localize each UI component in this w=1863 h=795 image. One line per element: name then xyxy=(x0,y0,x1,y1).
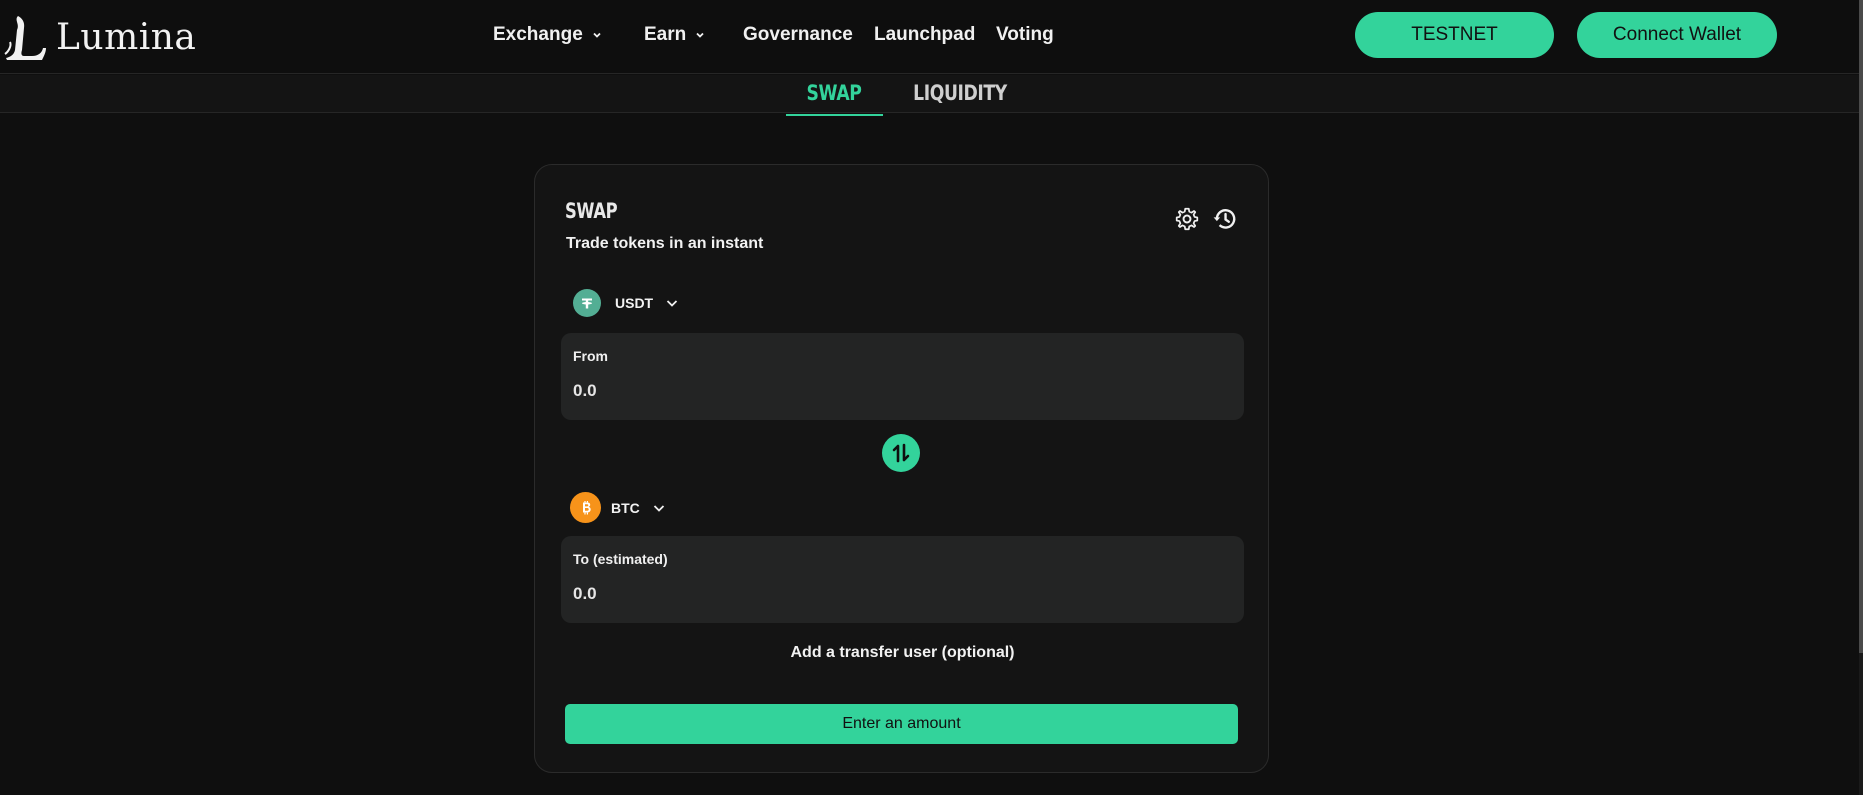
top-navbar: Lumina Exchange Earn Governance Launchpa… xyxy=(0,0,1863,74)
lumina-logo-icon xyxy=(4,16,46,60)
swap-arrows-icon xyxy=(892,443,910,463)
chevron-down-icon xyxy=(593,32,601,38)
from-field-label: From xyxy=(573,348,608,364)
from-amount-input[interactable] xyxy=(573,379,1223,403)
swap-subtitle: Trade tokens in an instant xyxy=(566,235,764,252)
nav-earn[interactable]: Earn xyxy=(644,24,706,46)
brand-logo[interactable]: Lumina xyxy=(4,12,196,62)
active-tab-indicator xyxy=(786,114,883,116)
section-tabs: SWAP LIQUIDITY xyxy=(0,75,1863,113)
to-amount-input[interactable] xyxy=(573,582,1223,606)
enter-amount-button[interactable]: Enter an amount xyxy=(565,704,1238,744)
add-transfer-user-link[interactable]: Add a transfer user (optional) xyxy=(535,644,1270,662)
switch-direction-button[interactable] xyxy=(882,434,920,472)
nav-exchange[interactable]: Exchange xyxy=(493,24,603,46)
from-amount-field: From xyxy=(561,333,1244,420)
to-field-label: To (estimated) xyxy=(573,551,668,567)
to-token-select[interactable]: BTC xyxy=(570,492,666,523)
nav-launchpad-label: Launchpad xyxy=(874,24,976,45)
tether-icon xyxy=(573,289,601,317)
swap-title: SWAP xyxy=(565,199,618,223)
to-amount-field: To (estimated) xyxy=(561,536,1244,623)
tab-liquidity[interactable]: LIQUIDITY xyxy=(913,81,1007,113)
brand-name: Lumina xyxy=(56,16,197,58)
swap-card: SWAP Trade tokens in an instant USDT Fro… xyxy=(534,164,1269,773)
chevron-down-icon xyxy=(653,504,664,512)
chevron-down-icon xyxy=(696,32,704,38)
nav-voting[interactable]: Voting xyxy=(996,24,1054,46)
from-token-name: USDT xyxy=(615,295,654,311)
network-button[interactable]: TESTNET xyxy=(1355,12,1554,58)
from-token-select[interactable]: USDT xyxy=(573,289,679,317)
to-token-name: BTC xyxy=(611,499,640,516)
nav-governance-label: Governance xyxy=(743,24,853,45)
chevron-down-icon xyxy=(666,300,678,307)
scrollbar-thumb[interactable] xyxy=(1859,0,1863,653)
nav-governance[interactable]: Governance xyxy=(743,24,853,46)
nav-earn-label: Earn xyxy=(644,24,687,45)
nav-launchpad[interactable]: Launchpad xyxy=(874,24,975,46)
history-icon[interactable] xyxy=(1212,206,1238,232)
gear-icon[interactable] xyxy=(1174,206,1200,232)
connect-wallet-button[interactable]: Connect Wallet xyxy=(1577,12,1777,58)
scrollbar-track[interactable] xyxy=(1859,0,1863,795)
nav-voting-label: Voting xyxy=(996,24,1054,45)
bitcoin-icon xyxy=(570,492,601,523)
nav-exchange-label: Exchange xyxy=(493,24,583,45)
tab-swap[interactable]: SWAP xyxy=(795,81,874,113)
